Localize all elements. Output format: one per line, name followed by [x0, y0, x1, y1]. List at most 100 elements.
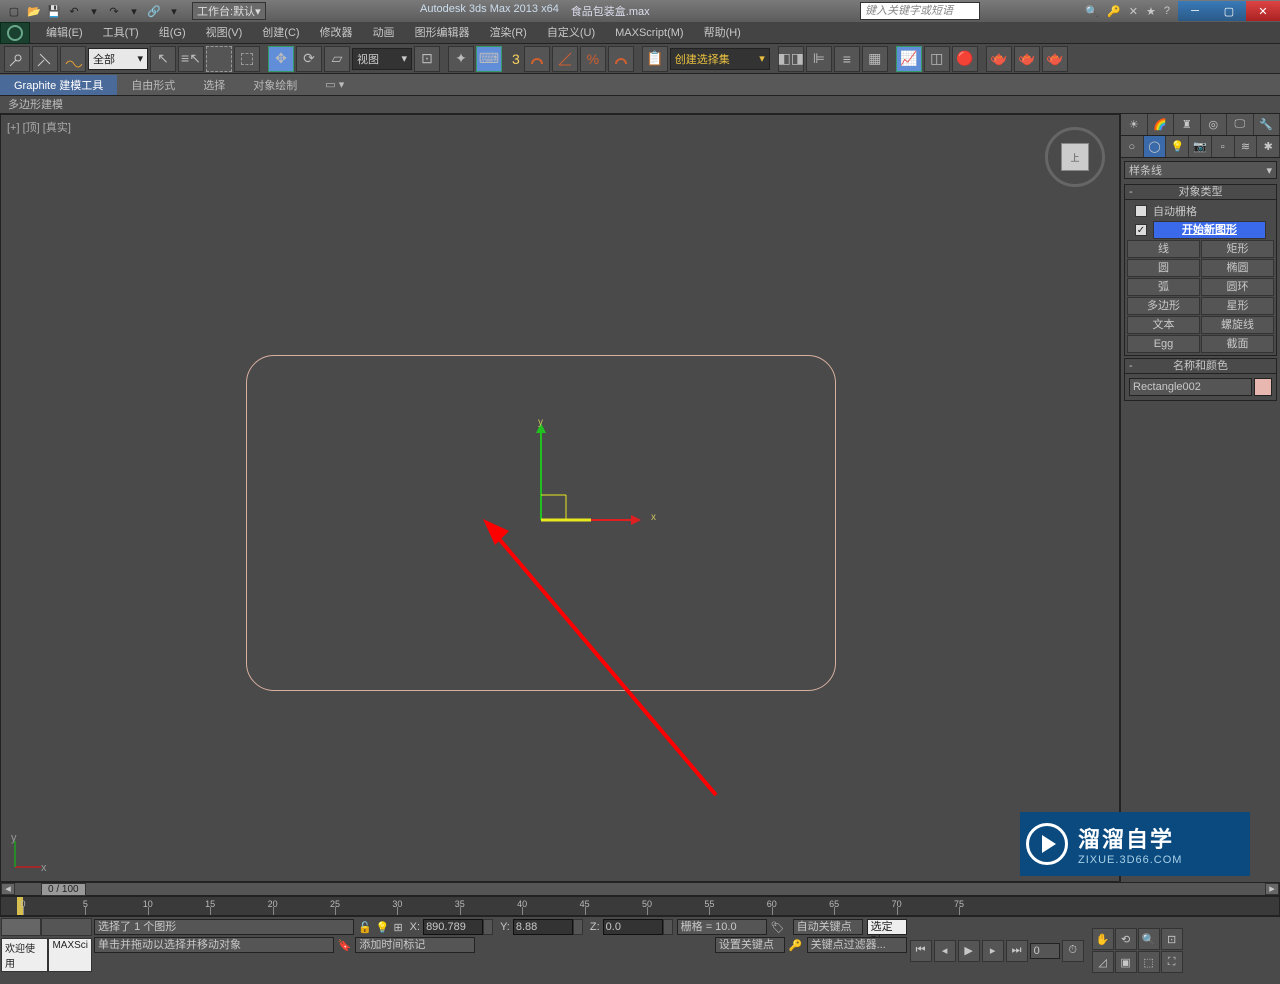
select-move-icon[interactable]: ✥: [268, 46, 294, 72]
edit-selset-icon[interactable]: 📋: [642, 46, 668, 72]
autogrid-checkbox[interactable]: [1135, 205, 1147, 217]
pivot-center-icon[interactable]: ⊡: [414, 46, 440, 72]
undo-icon[interactable]: ↶: [64, 2, 84, 20]
coord-display-icon[interactable]: ⊞: [393, 921, 402, 934]
menu-maxscript[interactable]: MAXScript(M): [605, 22, 693, 44]
menu-rendering[interactable]: 渲染(R): [480, 22, 537, 44]
lock-icon[interactable]: 🔓: [358, 921, 372, 934]
time-config-icon[interactable]: ⏱: [1062, 940, 1084, 962]
percent-snap-icon[interactable]: %: [580, 46, 606, 72]
close-button[interactable]: ✕: [1246, 1, 1280, 21]
zoom-all-icon[interactable]: ⊡: [1161, 928, 1183, 950]
btn-line[interactable]: 线: [1127, 240, 1200, 258]
tab-hierarchy-icon[interactable]: ♜: [1174, 114, 1201, 135]
btn-section[interactable]: 截面: [1201, 335, 1274, 353]
arc-rotate-icon[interactable]: ⟲: [1115, 928, 1137, 950]
btn-ngon[interactable]: 多边形: [1127, 297, 1200, 315]
btn-arc[interactable]: 弧: [1127, 278, 1200, 296]
tab-create-icon[interactable]: ☀: [1121, 114, 1148, 135]
schematic-icon[interactable]: ◫: [924, 46, 950, 72]
window-crossing-icon[interactable]: [234, 46, 260, 72]
select-rotate-icon[interactable]: ⟳: [296, 46, 322, 72]
menu-help[interactable]: 帮助(H): [694, 22, 751, 44]
render-setup-icon[interactable]: 🫖: [986, 46, 1012, 72]
named-selset-combo[interactable]: 创建选择集▾: [670, 48, 770, 70]
object-color-swatch[interactable]: [1254, 378, 1272, 396]
align-icon[interactable]: ⊫: [806, 46, 832, 72]
viewport[interactable]: [+] [顶] [真实] x y 上 y x: [0, 114, 1120, 882]
script-mini-listener[interactable]: [1, 918, 41, 936]
scroll-right-icon[interactable]: ▸: [1265, 883, 1279, 895]
time-tag-icon[interactable]: 🏷: [771, 921, 785, 934]
btn-egg[interactable]: Egg: [1127, 335, 1200, 353]
manipulate-icon[interactable]: ✦: [448, 46, 474, 72]
save-icon[interactable]: 💾: [44, 2, 64, 20]
select-rect-icon[interactable]: [206, 46, 232, 72]
object-name-input[interactable]: Rectangle002: [1129, 378, 1252, 396]
new-icon[interactable]: ▢: [4, 2, 24, 20]
help-search-input[interactable]: 键入关键字或短语: [860, 2, 980, 20]
angle-snap-icon[interactable]: [552, 46, 578, 72]
x-value-input[interactable]: 890.789: [423, 919, 483, 935]
btn-circle[interactable]: 圆: [1127, 259, 1200, 277]
snap-toggle-icon[interactable]: [524, 46, 550, 72]
play-icon[interactable]: ▶: [958, 940, 980, 962]
btn-text[interactable]: 文本: [1127, 316, 1200, 334]
workspace-selector[interactable]: 工作台: 默认 ▾: [192, 2, 266, 20]
btn-helix[interactable]: 螺旋线: [1201, 316, 1274, 334]
y-value-input[interactable]: 8.88: [513, 919, 573, 935]
script-output[interactable]: [41, 918, 92, 936]
btn-ellipse[interactable]: 椭圆: [1201, 259, 1274, 277]
rollout-namecolor-header[interactable]: -名称和颜色: [1124, 358, 1277, 374]
maxscript-tab[interactable]: MAXSci: [48, 938, 92, 972]
next-frame-icon[interactable]: ▸: [982, 940, 1004, 962]
star-icon[interactable]: ★: [1146, 5, 1156, 18]
select-link-icon[interactable]: [4, 46, 30, 72]
menu-edit[interactable]: 编辑(E): [36, 22, 93, 44]
selection-filter-combo[interactable]: 全部▾: [88, 48, 148, 70]
tab-utilities-icon[interactable]: 🔧: [1254, 114, 1280, 135]
setkey-button[interactable]: 设置关键点: [715, 937, 785, 953]
mirror-icon[interactable]: ◧◨: [778, 46, 804, 72]
material-editor-icon[interactable]: 🔴: [952, 46, 978, 72]
menu-create[interactable]: 创建(C): [252, 22, 309, 44]
zoom-extents-icon[interactable]: ▣: [1115, 951, 1137, 973]
current-frame-input[interactable]: 0: [1030, 943, 1060, 959]
time-slider[interactable]: ◂ 0 / 100 ▸: [0, 882, 1280, 896]
exchange-icon[interactable]: ✕: [1129, 5, 1138, 18]
cat-spacewarps-icon[interactable]: ≋: [1235, 136, 1258, 157]
prev-frame-icon[interactable]: ◂: [934, 940, 956, 962]
maximize-vp-icon[interactable]: ⛶: [1161, 951, 1183, 973]
add-timetag-button[interactable]: 添加时间标记: [355, 937, 475, 953]
z-value-input[interactable]: 0.0: [603, 919, 663, 935]
layer-icon[interactable]: ≡: [834, 46, 860, 72]
cat-cameras-icon[interactable]: 📷: [1189, 136, 1212, 157]
y-spinner[interactable]: [573, 919, 583, 935]
zoom-region-icon[interactable]: ⬚: [1138, 951, 1160, 973]
render-frame-icon[interactable]: 🫖: [1014, 46, 1040, 72]
menu-tools[interactable]: 工具(T): [93, 22, 149, 44]
key-mode-icon[interactable]: 🔑: [789, 939, 803, 952]
ribbon-tab-selection[interactable]: 选择: [189, 75, 239, 95]
ribbon-tab-freeform[interactable]: 自由形式: [117, 75, 189, 95]
z-spinner[interactable]: [663, 919, 673, 935]
menu-customize[interactable]: 自定义(U): [537, 22, 605, 44]
curve-editor-icon[interactable]: 📈: [896, 46, 922, 72]
key-icon[interactable]: 🔑: [1107, 5, 1121, 18]
open-icon[interactable]: 📂: [24, 2, 44, 20]
menu-views[interactable]: 视图(V): [196, 22, 253, 44]
select-scale-icon[interactable]: ▱: [324, 46, 350, 72]
keyboard-shortcut-icon[interactable]: ⌨: [476, 46, 502, 72]
ribbon-panel-label[interactable]: 多边形建模: [0, 96, 1280, 114]
dd1-icon[interactable]: ▾: [84, 2, 104, 20]
shape-subcategory-combo[interactable]: 样条线▾: [1124, 161, 1277, 179]
startnew-button[interactable]: 开始新图形: [1153, 221, 1266, 239]
selected-only-combo[interactable]: 选定对: [867, 919, 907, 935]
viewcube-face[interactable]: 上: [1061, 143, 1089, 171]
btn-rectangle[interactable]: 矩形: [1201, 240, 1274, 258]
viewcube[interactable]: 上: [1045, 127, 1105, 187]
isolate-icon[interactable]: 💡: [376, 921, 390, 934]
welcome-tab[interactable]: 欢迎使用: [1, 938, 48, 972]
redo-icon[interactable]: ↷: [104, 2, 124, 20]
timetag-btn-icon[interactable]: 🔖: [338, 939, 352, 952]
